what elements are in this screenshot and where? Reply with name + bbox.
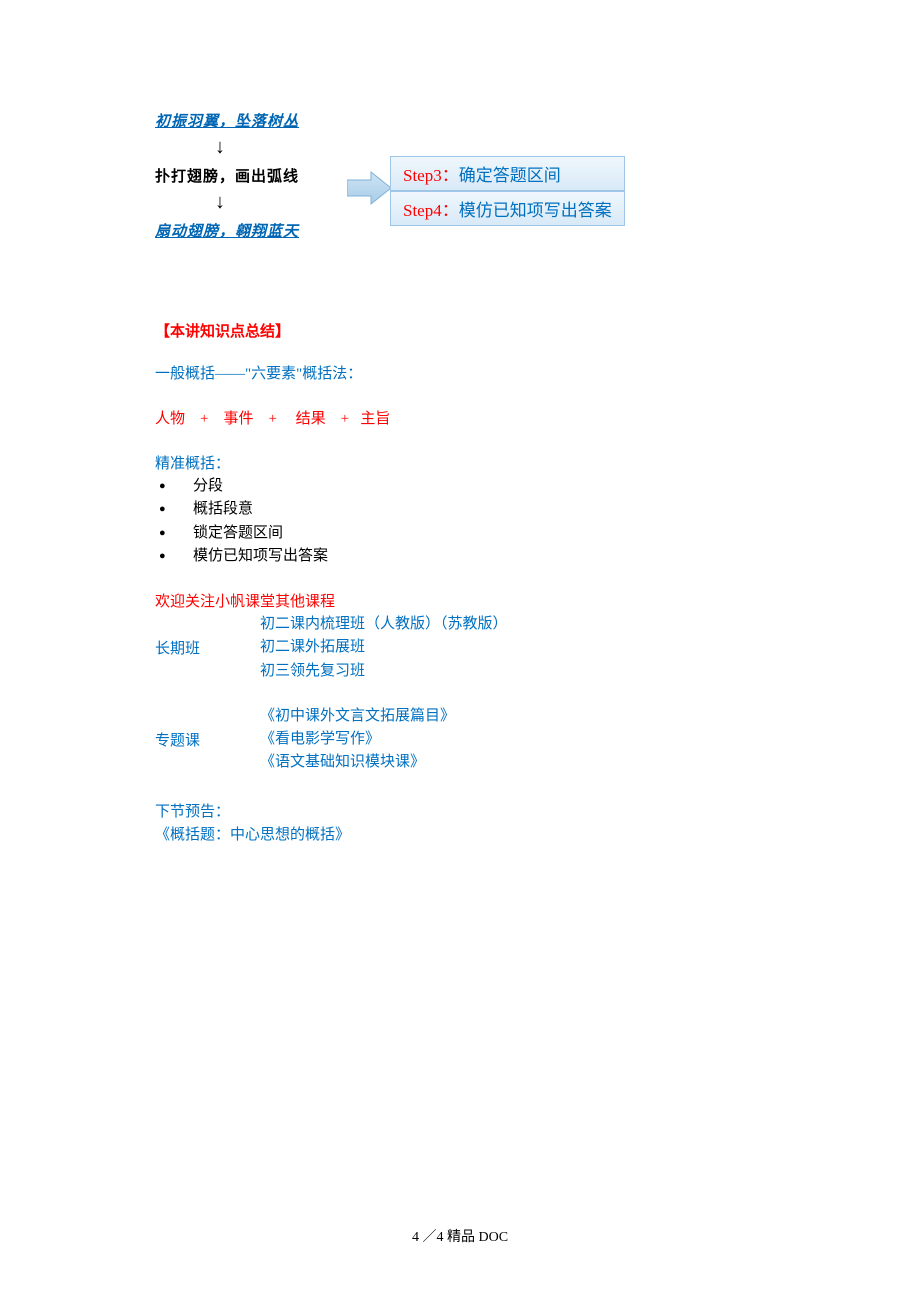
course-topic-row: 专题课 《初中课外文言文拓展篇目》 《看电影学写作》 《语文基础知识模块课》 [155,705,770,775]
bullet-item: 分段 [155,475,770,498]
bullet-text: 概括段意 [193,501,253,517]
step4-text: 模仿已知项写出答案 [459,201,612,220]
course-topic-items: 《初中课外文言文拓展篇目》 《看电影学写作》 《语文基础知识模块课》 [260,705,455,775]
diagram-step-3: 扇动翅膀，翱翔蓝天 [155,220,375,241]
course-item: 初二课内梳理班（人教版）（苏教版） [260,613,508,636]
course-item: 初三领先复习班 [260,660,508,683]
precise-bullet-list: 分段 概括段意 锁定答题区间 模仿已知项写出答案 [155,475,770,568]
step4-colon: ： [442,201,459,220]
spacer [155,685,770,705]
precise-label: 精准概括： [155,452,770,473]
spacer [155,777,770,797]
step4-label: Step4 [403,201,442,220]
formula-line: 人物 + 事件 + 结果 + 主旨 [155,408,770,431]
course-topic-label: 专题课 [155,729,260,750]
diagram-left-column: 初振羽翼，坠落树丛 ↓ 扑打翅膀，画出弧线 ↓ 扇动翅膀，翱翔蓝天 [155,110,375,241]
down-arrow-icon: ↓ [155,192,375,212]
bullet-text: 分段 [193,478,223,494]
preview-line-2: 《概括题：中心思想的概括》 [155,824,770,847]
bullet-item: 概括段意 [155,498,770,521]
bullet-item: 模仿已知项写出答案 [155,545,770,568]
step3-box: Step3：确定答题区间 [390,156,625,191]
bullet-text: 锁定答题区间 [193,525,283,541]
page-footer: 4 ／4 精品 DOC [0,1226,920,1246]
diagram-step-2: 扑打翅膀，画出弧线 [155,165,375,186]
next-preview: 下节预告： 《概括题：中心思想的概括》 [155,801,770,848]
preview-line-1: 下节预告： [155,801,770,824]
step3-colon: ： [442,166,459,185]
down-arrow-icon: ↓ [155,137,375,157]
course-long-items: 初二课内梳理班（人教版）（苏教版） 初二课外拓展班 初三领先复习班 [260,613,508,683]
bullet-item: 锁定答题区间 [155,522,770,545]
course-item: 《语文基础知识模块课》 [260,751,455,774]
summary-heading: 【本讲知识点总结】 [155,320,770,341]
bullet-text: 模仿已知项写出答案 [193,548,328,564]
general-summary-line: 一般概括——"六要素"概括法： [155,363,770,386]
course-long-label: 长期班 [155,637,260,658]
step-boxes: Step3：确定答题区间 Step4：模仿已知项写出答案 [390,156,625,226]
step3-label: Step3 [403,166,442,185]
flow-diagram: 初振羽翼，坠落树丛 ↓ 扑打翅膀，画出弧线 ↓ 扇动翅膀，翱翔蓝天 Step3：… [155,110,770,280]
course-item: 初二课外拓展班 [260,636,508,659]
step3-text: 确定答题区间 [459,166,561,185]
course-long-row: 长期班 初二课内梳理班（人教版）（苏教版） 初二课外拓展班 初三领先复习班 [155,613,770,683]
diagram-step-1: 初振羽翼，坠落树丛 [155,110,375,131]
right-arrow-icon [347,168,393,208]
course-item: 《看电影学写作》 [260,728,455,751]
document-page: 初振羽翼，坠落树丛 ↓ 扑打翅膀，画出弧线 ↓ 扇动翅膀，翱翔蓝天 Step3：… [0,0,920,1302]
course-item: 《初中课外文言文拓展篇目》 [260,705,455,728]
welcome-line: 欢迎关注小帆课堂其他课程 [155,590,770,611]
step4-box: Step4：模仿已知项写出答案 [390,191,625,226]
